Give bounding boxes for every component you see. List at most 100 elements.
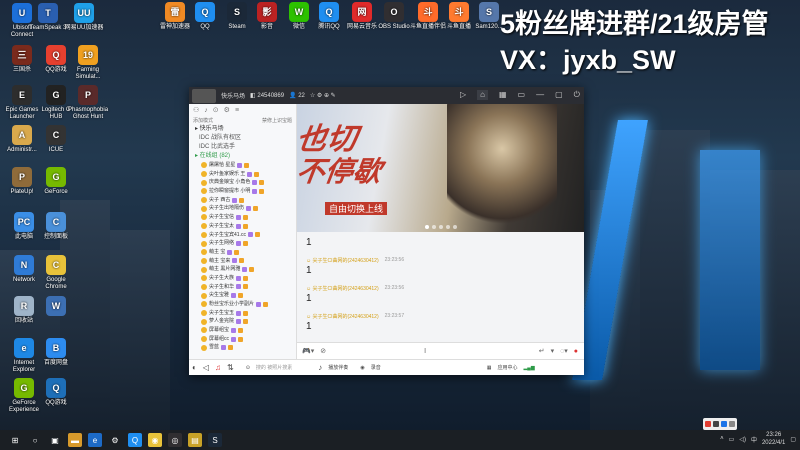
record-button[interactable]: 录音 — [371, 364, 381, 371]
bag-icon[interactable]: ▭ — [518, 90, 526, 100]
member-item[interactable]: 庆典金娘宝 小角色 — [189, 178, 296, 187]
grid-icon[interactable]: ▦ — [499, 90, 507, 100]
qq-taskbar-icon[interactable]: Q — [128, 433, 142, 447]
mic-icon[interactable]: ♪ — [204, 107, 208, 114]
member-item[interactable]: 萌主 宝来 — [189, 257, 296, 266]
ime-logo-icon[interactable] — [705, 421, 711, 427]
ime-toolbar[interactable] — [703, 418, 737, 430]
desktop-icon[interactable]: W — [36, 296, 76, 318]
file-explorer-icon[interactable]: ▬ — [68, 433, 82, 447]
member-item[interactable]: 尖子生宝太 — [189, 222, 296, 231]
member-item[interactable]: 屠屠恰 星星 — [189, 161, 296, 170]
settings-icon[interactable]: ⚙ — [224, 106, 230, 114]
window-titlebar[interactable]: 快乐马场 ◧ 24540869 👤 22 ☆ ⚙ ⊕ ✎ ▷ ⌂ ▦ ▭ — ▢… — [189, 87, 584, 104]
member-item[interactable]: 尖子生网络 — [189, 239, 296, 248]
maximize-icon[interactable]: ▢ — [555, 90, 563, 100]
speaker-icon[interactable]: ◁ — [203, 363, 209, 372]
ime-mode-icon[interactable] — [713, 421, 719, 427]
desktop-icon[interactable]: B 百度网盘 — [36, 338, 76, 367]
tab-mode[interactable]: 添加模式 — [193, 117, 213, 124]
search-icon[interactable]: ○ — [28, 433, 42, 447]
clock[interactable]: 23:26 2022/4/1 — [762, 431, 785, 447]
live-icon[interactable]: ▷ — [460, 90, 466, 100]
music-note-icon[interactable]: ♪ — [318, 363, 322, 372]
star-icon[interactable]: ☆ ⚙ ⊕ ✎ — [310, 92, 336, 99]
minimize-icon[interactable]: — — [536, 90, 544, 100]
tray-chevron-icon[interactable]: ˄ — [720, 436, 724, 442]
app-taskbar-icon[interactable]: ▤ — [188, 433, 202, 447]
start-button[interactable]: ⊞ — [8, 433, 22, 447]
send-dropdown-icon[interactable]: ▾ — [551, 347, 555, 355]
member-item[interactable]: 拉你瞬窗提市 小明 — [189, 187, 296, 196]
member-item[interactable]: 尖子生大族 — [189, 274, 296, 283]
carousel-dots[interactable] — [424, 225, 457, 229]
channel-group[interactable]: IDC 战队有权区 — [189, 134, 296, 143]
tab-disable[interactable]: 禁修上识宝题 — [262, 117, 292, 124]
record-icon[interactable]: ◉ — [360, 365, 364, 371]
member-item[interactable]: 雪蓝 — [189, 343, 296, 352]
member-item[interactable]: 尖子生宝信 — [189, 213, 296, 222]
music-button[interactable]: 播放伴奏 — [328, 364, 348, 371]
desktop-icon[interactable]: G GeForce — [36, 167, 76, 196]
edge-icon[interactable]: e — [88, 433, 102, 447]
list-icon[interactable]: ≡ — [235, 107, 239, 114]
chat-input-bar[interactable]: 🎮▾ ⊘ I ↵ ▾ ◌▾ ● — [297, 342, 584, 359]
equalizer-icon[interactable]: ⇅ — [227, 363, 234, 372]
sender-name[interactable]: ☺ 尖子生CI曲网的(2424630412) — [306, 313, 379, 320]
location-icon[interactable]: ⊙ — [213, 106, 219, 114]
notification-icon[interactable]: ▢ — [790, 436, 796, 443]
ime-settings-icon[interactable] — [729, 421, 735, 427]
member-item[interactable]: 尖子生出地隔伤 — [189, 204, 296, 213]
return-icon[interactable]: ↵ — [539, 347, 545, 355]
member-item[interactable]: 尖子生和华 — [189, 283, 296, 292]
member-item[interactable]: 粉丝宝乐业小学副片 — [189, 300, 296, 309]
member-item[interactable]: 萝人金完院 — [189, 317, 296, 326]
mic-toggle-icon[interactable]: ♫ — [215, 363, 221, 372]
member-item[interactable]: 尖生宝雅 — [189, 291, 296, 300]
settings-icon[interactable]: ⚙ — [108, 433, 122, 447]
steam-taskbar-icon[interactable]: S — [208, 433, 222, 447]
desktop-icon[interactable]: O OBS Studio — [375, 2, 413, 31]
obs-taskbar-icon[interactable]: ◎ — [168, 433, 182, 447]
desktop-icon[interactable]: 19 Farming Simulat... — [68, 45, 108, 81]
search-icon[interactable]: ⊙ — [246, 365, 250, 371]
member-item[interactable]: 萌主 宝 — [189, 248, 296, 257]
member-item[interactable]: 尖子 西古 — [189, 196, 296, 205]
member-item[interactable]: 尖子生宝宾41.cc — [189, 231, 296, 240]
search-input[interactable]: 搜的 被照片搜素 — [256, 364, 292, 371]
ime-lang-icon[interactable]: 中 — [751, 435, 757, 444]
chrome-taskbar-icon[interactable]: ◉ — [148, 433, 162, 447]
emoji-icon[interactable]: 🎮▾ — [302, 347, 314, 355]
desktop-icon[interactable]: C 控制面板 — [36, 212, 76, 241]
desktop-icon[interactable]: S Sam120... — [470, 2, 508, 31]
app-center-icon[interactable]: ▦ — [487, 365, 492, 371]
sender-name[interactable]: ☺ 尖子生CI曲网的(2424630412) — [306, 257, 379, 264]
close-icon[interactable]: ⏻ — [574, 90, 580, 100]
channel-group[interactable]: ▸ 快乐马场 — [189, 125, 296, 134]
member-item[interactable]: 尖子生宝玉 — [189, 309, 296, 318]
member-item[interactable]: 屏幕组宝 — [189, 326, 296, 335]
member-item[interactable]: 尖叶鱼家娱乐 王 — [189, 170, 296, 179]
desktop-icon[interactable]: C ICUE — [36, 125, 76, 154]
history-icon[interactable]: ⊘ — [320, 347, 326, 355]
member-item[interactable]: 屏幕组cc — [189, 335, 296, 344]
channel-group[interactable]: ▸ 在线组 (82) — [189, 152, 296, 161]
task-view-icon[interactable]: ▣ — [48, 433, 62, 447]
event-banner[interactable]: 也切 不停歇 自由切换上线 — [297, 104, 584, 232]
desktop-icon[interactable]: T TeamSpeak 3 — [28, 3, 68, 32]
logo-icon[interactable]: ◐ — [192, 363, 197, 372]
desktop-icon[interactable]: UU 网易UU加速器 — [64, 3, 104, 32]
home-icon[interactable]: ⌂ — [477, 90, 488, 100]
app-center-button[interactable]: 应用中心 — [497, 364, 517, 371]
sender-name[interactable]: ☺ 尖子生CI曲网的(2424630412) — [306, 285, 379, 292]
ime-punct-icon[interactable] — [721, 421, 727, 427]
desktop-icon[interactable]: C Google Chrome — [36, 255, 76, 291]
desktop-icon[interactable]: P Phasmophobia Ghost Hunt — [68, 85, 108, 121]
member-item[interactable]: 萌主 黑片网雅 — [189, 265, 296, 274]
network-icon[interactable]: ▭ — [729, 436, 735, 443]
mic-input-icon[interactable]: ● — [574, 348, 578, 355]
desktop-icon[interactable]: Q QQ游戏 — [36, 378, 76, 407]
volume-icon[interactable]: ◁) — [739, 436, 746, 443]
channel-group[interactable]: IDC 比武选手 — [189, 143, 296, 152]
user-icon[interactable]: ⚇ — [193, 106, 199, 114]
